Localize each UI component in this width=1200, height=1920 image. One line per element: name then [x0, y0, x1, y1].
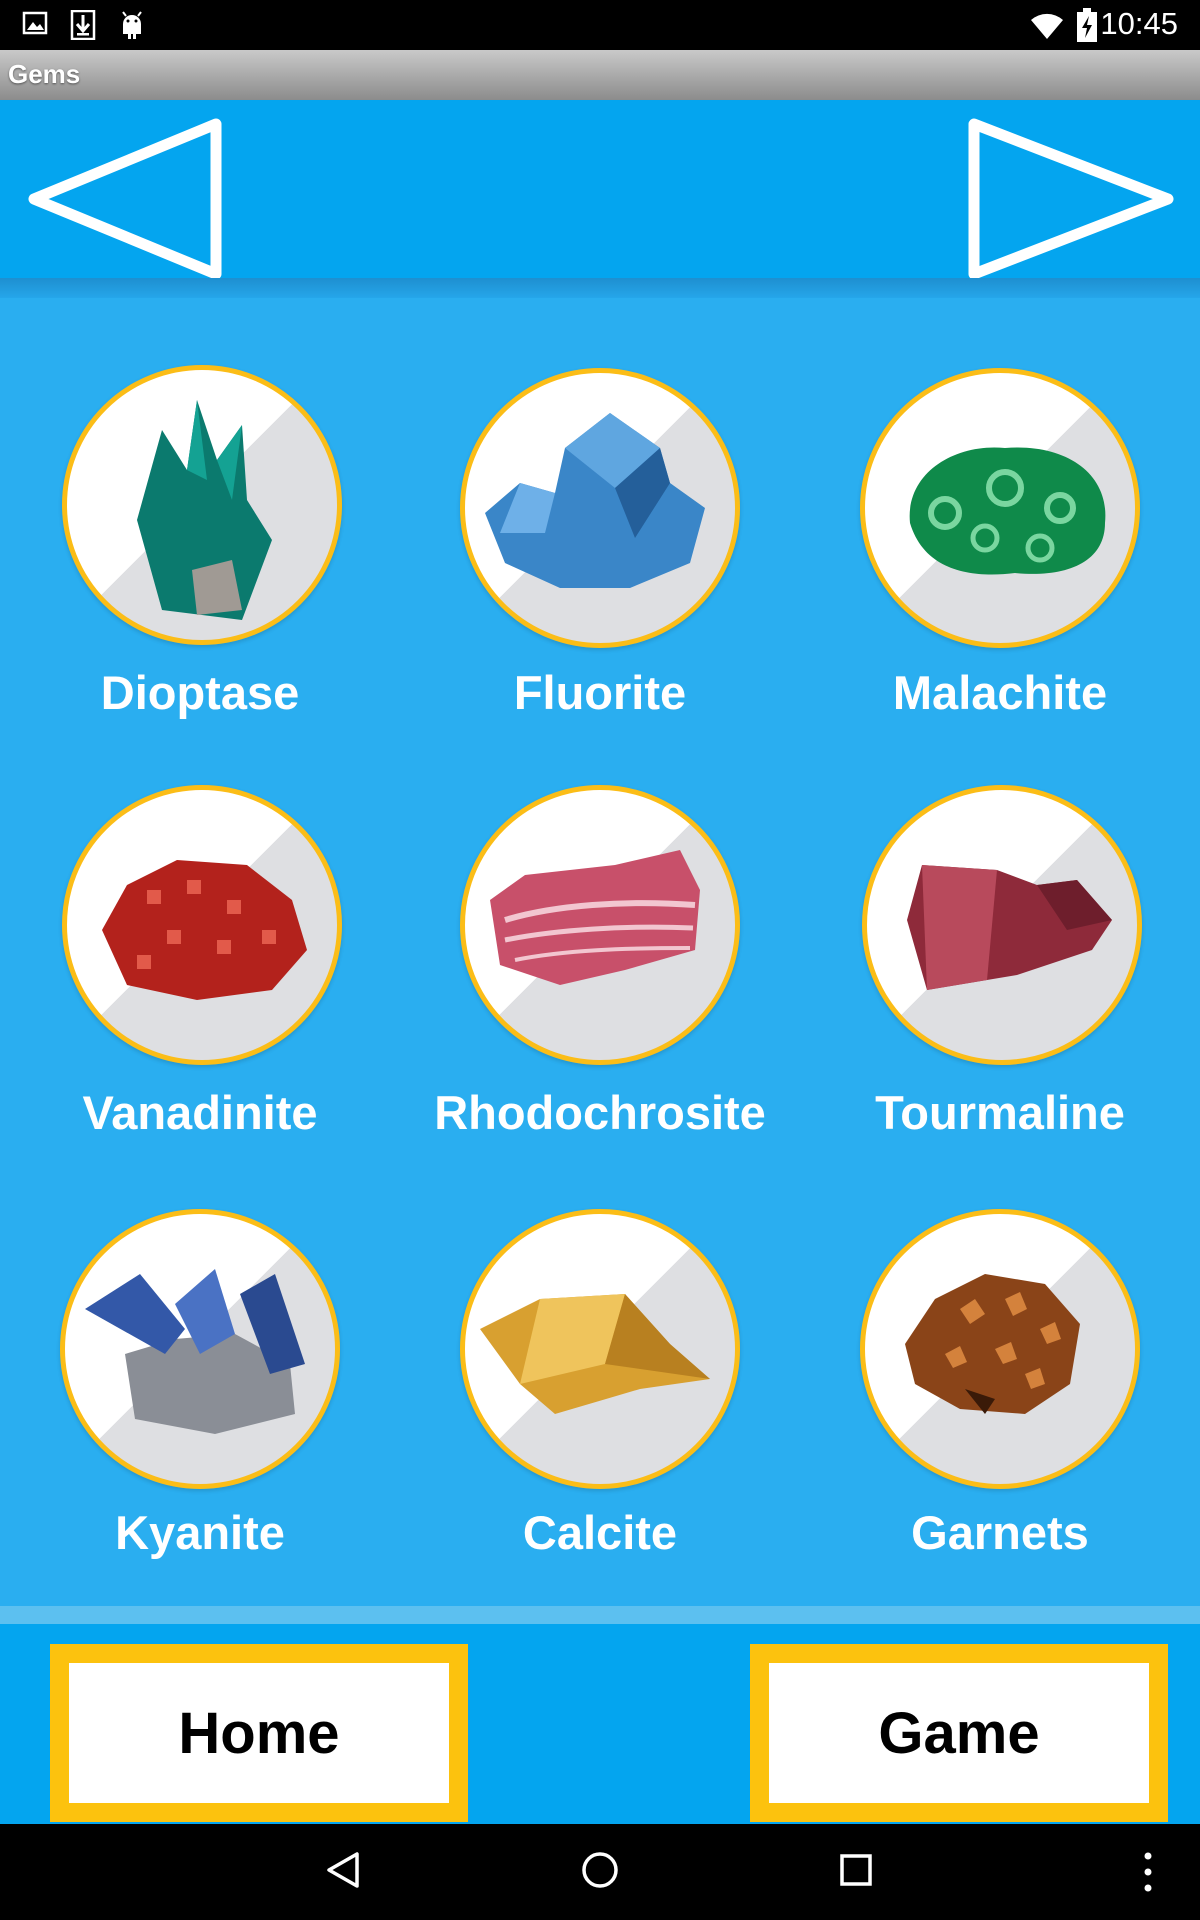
wifi-icon: [1031, 13, 1063, 40]
header-shadow: [0, 278, 1200, 298]
image-icon: [22, 11, 48, 35]
recents-icon[interactable]: [838, 1850, 874, 1890]
gem-label: Tourmaline: [875, 1086, 1125, 1139]
game-button[interactable]: Game: [750, 1644, 1168, 1822]
gem-item-garnets[interactable]: Garnets: [800, 1200, 1200, 1600]
fluorite-crystal-icon: [485, 413, 705, 588]
tourmaline-crystal-icon: [907, 865, 1112, 990]
gem-label: Dioptase: [100, 666, 300, 719]
gem-item-malachite[interactable]: Malachite: [800, 360, 1200, 760]
calcite-crystal-icon: [480, 1294, 710, 1414]
clock: 10:45: [1100, 6, 1178, 41]
back-icon[interactable]: [325, 1850, 361, 1890]
top-navigation: [0, 100, 1200, 298]
gem-item-dioptase[interactable]: Dioptase: [0, 360, 400, 760]
triangle-left-icon: [28, 118, 222, 280]
rhodochrosite-stone-icon: [490, 850, 700, 985]
garnet-crystal-icon: [905, 1274, 1080, 1414]
gem-thumbnail: [460, 1209, 740, 1489]
gem-label: Garnets: [911, 1506, 1089, 1559]
gem-thumbnail: [460, 785, 740, 1065]
system-navigation-bar: [0, 1824, 1200, 1920]
download-icon: [70, 10, 96, 40]
gem-item-fluorite[interactable]: Fluorite: [400, 360, 800, 760]
vanadinite-crystal-icon: [102, 860, 307, 1000]
app-title-bar: Gems: [0, 50, 1200, 100]
gem-thumbnail: [862, 785, 1142, 1065]
gem-thumbnail: [62, 785, 342, 1065]
gem-label: Calcite: [522, 1506, 678, 1559]
overflow-menu-icon[interactable]: [1140, 1850, 1156, 1894]
home-button[interactable]: Home: [50, 1644, 468, 1822]
bottom-divider: [0, 1606, 1200, 1624]
gem-thumbnail: [860, 368, 1140, 648]
gem-label: Malachite: [892, 666, 1108, 719]
gem-thumbnail: [460, 368, 740, 648]
gem-item-vanadinite[interactable]: Vanadinite: [0, 780, 400, 1180]
home-circle-icon[interactable]: [580, 1850, 620, 1890]
gem-thumbnail: [62, 365, 342, 645]
dioptase-crystal-icon: [137, 400, 272, 620]
gem-label: Fluorite: [513, 666, 687, 719]
battery-charging-icon: [1077, 8, 1097, 42]
gem-label: Kyanite: [115, 1506, 285, 1559]
gem-item-rhodochrosite[interactable]: Rhodochrosite: [400, 780, 800, 1180]
gem-label: Rhodochrosite: [434, 1086, 766, 1139]
gem-label: Vanadinite: [82, 1086, 318, 1139]
next-page-button[interactable]: [966, 118, 1176, 283]
gem-thumbnail: [60, 1209, 340, 1489]
app-title: Gems: [8, 59, 81, 89]
triangle-right-icon: [968, 118, 1174, 280]
previous-page-button[interactable]: [26, 118, 236, 283]
gem-item-calcite[interactable]: Calcite: [400, 1200, 800, 1600]
gem-item-tourmaline[interactable]: Tourmaline: [800, 780, 1200, 1180]
malachite-stone-icon: [909, 447, 1106, 575]
kyanite-crystal-icon: [85, 1269, 305, 1434]
android-icon: [122, 11, 142, 39]
status-bar: 10:45: [0, 0, 1200, 50]
gem-item-kyanite[interactable]: Kyanite: [0, 1200, 400, 1600]
gem-thumbnail: [860, 1209, 1140, 1489]
